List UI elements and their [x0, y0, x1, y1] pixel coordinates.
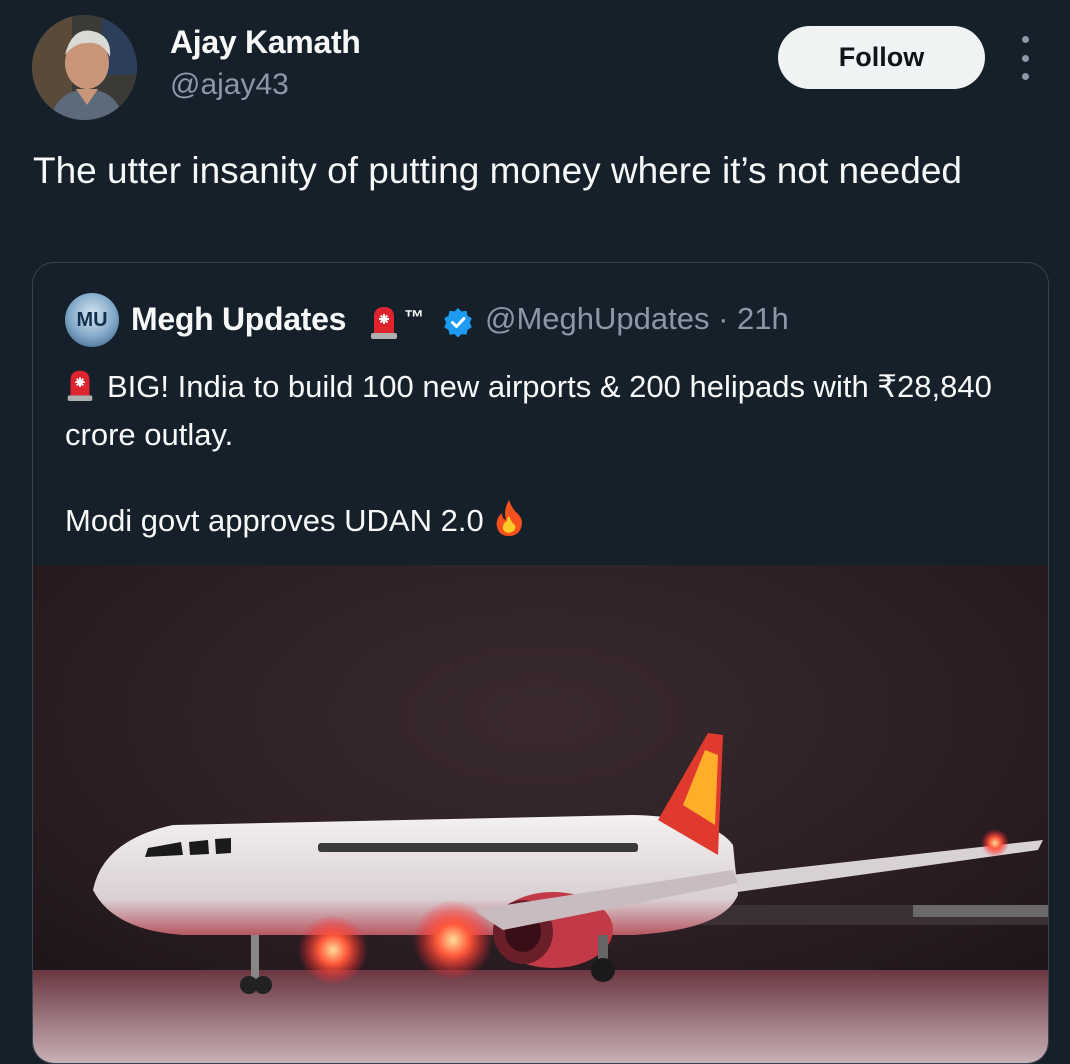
verified-badge-icon [444, 308, 472, 337]
quoted-line-1-text: BIG! India to build 100 new airports & 2… [65, 369, 992, 452]
quoted-author-handle[interactable]: @MeghUpdates [485, 301, 709, 336]
author-name[interactable]: Ajay Kamath [170, 24, 361, 61]
fire-icon [496, 500, 522, 536]
tweet-text: The utter insanity of putting money wher… [33, 150, 962, 191]
quoted-author-handle-time[interactable]: @MeghUpdates · 21h [485, 301, 789, 337]
quoted-line-2: Modi govt approves UDAN 2.0 [65, 497, 1025, 545]
author-avatar[interactable] [32, 15, 137, 120]
quoted-tweet[interactable]: MU Megh Updates ™ @MeghUpdates · 21h BIG… [32, 262, 1049, 1064]
airplane-photo[interactable] [33, 565, 1048, 1064]
quoted-author-name[interactable]: Megh Updates [131, 301, 346, 338]
trademark-symbol: ™ [404, 307, 424, 329]
tweet-header: Ajay Kamath @ajay43 Follow [0, 0, 1070, 130]
more-options-icon[interactable] [1010, 36, 1040, 80]
quoted-line-2-text: Modi govt approves UDAN 2.0 [65, 503, 484, 538]
quoted-time[interactable]: · 21h [718, 301, 789, 336]
quoted-author-avatar[interactable]: MU [65, 293, 119, 347]
quoted-line-1: BIG! India to build 100 new airports & 2… [65, 363, 1025, 459]
siren-icon [371, 307, 397, 339]
follow-button[interactable]: Follow [778, 26, 985, 89]
siren-icon [67, 370, 93, 401]
quoted-tweet-text: BIG! India to build 100 new airports & 2… [65, 363, 1025, 545]
author-handle[interactable]: @ajay43 [170, 68, 289, 102]
